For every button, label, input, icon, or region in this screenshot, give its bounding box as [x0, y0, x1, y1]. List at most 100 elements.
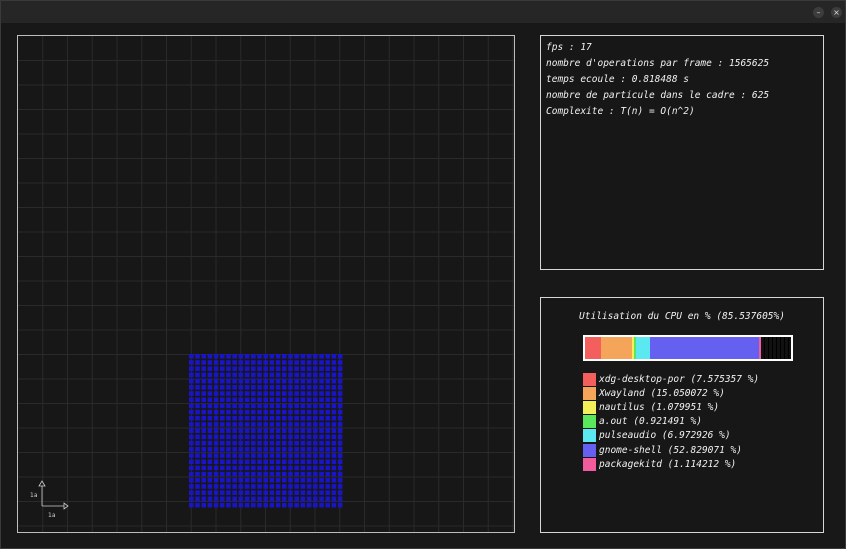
particle — [306, 484, 312, 489]
particle — [331, 459, 337, 464]
particle — [269, 360, 275, 365]
particle — [232, 378, 237, 384]
particle — [300, 366, 306, 371]
particle — [300, 496, 306, 502]
particle — [251, 459, 256, 464]
particle — [319, 409, 324, 415]
particle — [300, 403, 306, 409]
particle — [294, 440, 299, 446]
particle — [263, 459, 268, 464]
particle — [282, 403, 287, 409]
particle — [325, 403, 330, 409]
particle — [207, 354, 213, 359]
particle — [337, 403, 343, 409]
particle — [288, 416, 293, 421]
particle — [195, 484, 200, 489]
particle — [189, 459, 194, 464]
particle — [226, 490, 231, 495]
particle — [288, 465, 293, 471]
particle — [232, 372, 237, 378]
particle — [195, 459, 200, 464]
particle — [337, 372, 343, 378]
particle — [331, 453, 337, 458]
particle — [251, 471, 256, 477]
particle — [251, 465, 256, 471]
particle — [331, 385, 337, 390]
particle — [269, 391, 275, 396]
minimize-button[interactable]: – — [813, 7, 824, 18]
particle — [257, 496, 262, 502]
legend-swatch — [583, 372, 596, 386]
particle — [282, 372, 287, 378]
simulation-viewport[interactable]: 1a 1a — [17, 35, 515, 533]
particle — [275, 366, 281, 371]
particle — [232, 416, 237, 421]
simulation-canvas: 1a 1a — [18, 36, 514, 532]
particle — [251, 416, 256, 421]
particle — [269, 372, 275, 378]
particle — [306, 397, 312, 402]
legend-swatch — [583, 429, 596, 443]
particle — [300, 447, 306, 452]
particle — [251, 354, 256, 359]
particle — [257, 397, 262, 402]
particle — [288, 447, 293, 452]
legend-item: nautilus (1.079951 %) — [583, 400, 759, 414]
particle — [213, 378, 219, 384]
particle — [226, 403, 231, 409]
particle — [189, 360, 194, 365]
particle — [220, 453, 225, 458]
particle — [251, 478, 256, 483]
particle — [251, 502, 256, 508]
particle — [294, 447, 299, 452]
particle — [331, 447, 337, 452]
particle — [238, 378, 244, 384]
particle — [319, 459, 324, 464]
particle — [294, 434, 299, 440]
particle — [257, 478, 262, 483]
particle — [275, 453, 281, 458]
particle — [226, 372, 231, 378]
particle — [257, 453, 262, 458]
particle — [294, 471, 299, 477]
particle — [251, 434, 256, 440]
particle — [195, 416, 200, 421]
title-bar[interactable]: – × — [1, 1, 845, 23]
particle — [288, 459, 293, 464]
particle — [331, 502, 337, 508]
close-button[interactable]: × — [831, 7, 842, 18]
particle — [313, 428, 318, 433]
particle — [269, 453, 275, 458]
particle — [263, 391, 268, 396]
particle — [213, 422, 219, 427]
particle — [244, 378, 250, 384]
particle — [325, 484, 330, 489]
particle — [306, 453, 312, 458]
particle — [201, 478, 206, 483]
particle — [282, 378, 287, 384]
particle — [232, 465, 237, 471]
particle — [331, 354, 337, 359]
particle — [263, 440, 268, 446]
particle — [207, 422, 213, 427]
particle — [337, 391, 343, 396]
particle — [263, 428, 268, 433]
particle — [319, 478, 324, 483]
legend-label: packagekitd (1.114212 %) — [599, 458, 737, 470]
particle — [257, 440, 262, 446]
particle — [220, 354, 225, 359]
particle — [232, 354, 237, 359]
particle — [244, 428, 250, 433]
particle — [195, 496, 200, 502]
particle — [226, 502, 231, 508]
particle — [189, 366, 194, 371]
particle — [337, 490, 343, 495]
particle — [337, 478, 343, 483]
particle — [207, 372, 213, 378]
particle — [313, 385, 318, 390]
particle — [201, 403, 206, 409]
particle — [275, 434, 281, 440]
particle — [294, 502, 299, 508]
particle — [226, 378, 231, 384]
particle — [201, 397, 206, 402]
